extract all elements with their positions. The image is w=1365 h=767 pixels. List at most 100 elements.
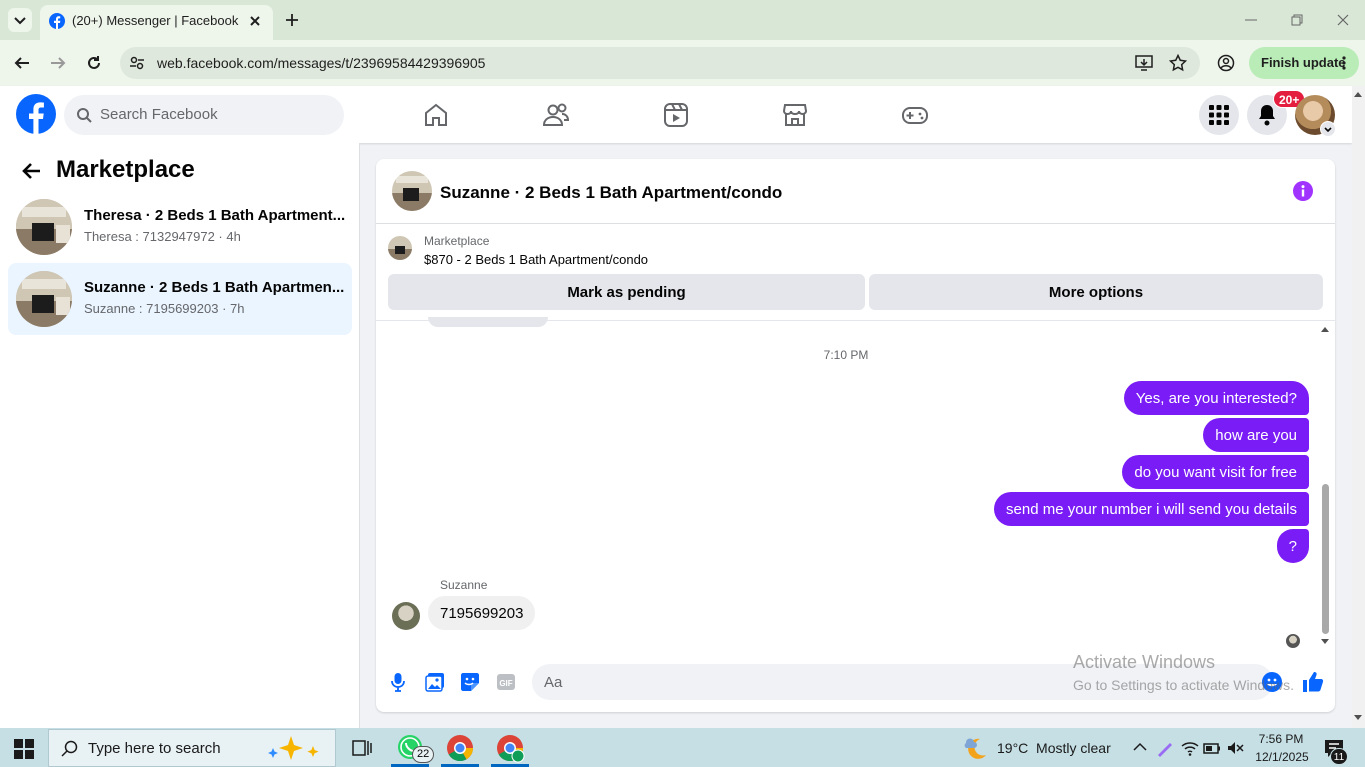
search-icon — [77, 108, 92, 123]
chrome-icon[interactable] — [444, 732, 476, 764]
volume-muted-icon[interactable] — [1226, 740, 1244, 756]
marketplace-icon[interactable] — [782, 102, 808, 128]
weather-text[interactable]: 19°C Mostly clear — [997, 740, 1111, 756]
chevron-down-icon — [14, 17, 26, 25]
url-text: web.facebook.com/messages/t/239695844293… — [157, 55, 486, 71]
pen-icon[interactable] — [1155, 738, 1175, 758]
wifi-icon[interactable] — [1181, 740, 1199, 756]
back-arrow-icon[interactable] — [13, 54, 31, 72]
new-tab-icon[interactable] — [284, 12, 300, 28]
bell-icon — [1259, 105, 1275, 126]
friends-icon[interactable] — [542, 102, 570, 128]
composer-placeholder: Aa — [544, 674, 563, 691]
activate-windows-subtitle: Go to Settings to activate Windows. — [1073, 677, 1294, 693]
conversation-subtitle: Suzanne : 7195699203 · 7h — [84, 301, 245, 316]
listing-price[interactable]: $870 - 2 Beds 1 Bath Apartment/condo — [424, 252, 648, 267]
outgoing-message[interactable]: ? — [1276, 529, 1309, 563]
chevron-up-icon[interactable] — [1133, 742, 1147, 752]
gif-icon[interactable]: GIF — [496, 673, 516, 691]
chevron-down-icon — [1324, 127, 1332, 133]
home-icon[interactable] — [423, 102, 449, 128]
whatsapp-badge: 22 — [412, 746, 435, 763]
facebook-favicon-icon — [49, 13, 65, 29]
previous-message-bubble — [428, 317, 548, 327]
listing-thumbnail — [16, 271, 72, 327]
taskbar-search-placeholder: Type here to search — [88, 740, 221, 757]
listing-source: Marketplace — [424, 234, 490, 248]
listing-mini-thumbnail — [388, 236, 412, 260]
chat-panel: Suzanne · 2 Beds 1 Bath Apartment/condo … — [376, 159, 1335, 712]
page-scrollbar[interactable] — [1352, 86, 1365, 728]
header-divider — [376, 223, 1335, 224]
task-view-icon[interactable] — [345, 732, 377, 764]
account-menu-button[interactable] — [1320, 121, 1336, 137]
scroll-down-icon[interactable] — [1353, 714, 1363, 722]
chat-title[interactable]: Suzanne · 2 Beds 1 Bath Apartment/condo — [440, 183, 782, 203]
tab-search-button[interactable] — [8, 8, 32, 32]
tab-title: (20+) Messenger | Facebook — [72, 13, 239, 28]
menu-button[interactable] — [1199, 95, 1239, 135]
chat-scroll-up-icon[interactable] — [1320, 325, 1330, 333]
microphone-icon[interactable] — [390, 672, 406, 692]
install-app-icon[interactable] — [1135, 54, 1153, 72]
search-icon — [61, 740, 78, 757]
reload-icon[interactable] — [85, 54, 103, 72]
outgoing-message[interactable]: Yes, are you interested? — [1123, 381, 1309, 415]
battery-icon[interactable] — [1203, 740, 1221, 756]
more-options-button[interactable]: More options — [869, 274, 1323, 310]
seen-receipt-avatar — [1286, 634, 1300, 648]
thumbs-up-icon[interactable] — [1302, 671, 1324, 693]
close-window-icon[interactable] — [1335, 12, 1351, 28]
sticker-icon[interactable] — [460, 672, 480, 692]
facebook-search-input[interactable]: Search Facebook — [64, 95, 344, 135]
notification-count-badge: 11 — [1330, 748, 1348, 765]
gaming-icon[interactable] — [901, 102, 929, 128]
incoming-message[interactable]: 7195699203 — [428, 596, 536, 630]
windows-start-icon[interactable] — [14, 739, 34, 759]
svg-text:GIF: GIF — [499, 679, 512, 688]
facebook-logo-icon[interactable] — [16, 94, 56, 134]
forward-arrow-icon[interactable] — [49, 54, 67, 72]
message-timestamp: 7:10 PM — [823, 348, 869, 362]
bookmark-star-icon[interactable] — [1169, 54, 1187, 72]
address-bar[interactable]: web.facebook.com/messages/t/239695844293… — [120, 47, 1200, 79]
taskbar-search-box[interactable]: Type here to search — [48, 729, 336, 767]
clock-date[interactable]: 12/1/2025 — [1253, 750, 1311, 764]
chat-scrollbar-thumb[interactable] — [1322, 484, 1329, 634]
close-tab-icon[interactable] — [248, 14, 262, 28]
search-placeholder: Search Facebook — [100, 106, 218, 123]
site-info-icon[interactable] — [129, 55, 145, 71]
weather-moon-icon[interactable] — [963, 736, 989, 760]
grid-menu-icon — [1209, 105, 1229, 125]
listing-thumbnail — [16, 199, 72, 255]
conversation-item-theresa[interactable]: Theresa · 2 Beds 1 Bath Apartment... The… — [8, 191, 352, 263]
info-icon[interactable] — [1293, 181, 1313, 201]
conversation-subtitle: Theresa : 7132947972 · 4h — [84, 229, 241, 244]
sender-avatar[interactable] — [392, 602, 420, 630]
clock-time[interactable]: 7:56 PM — [1258, 732, 1304, 746]
finish-update-label: Finish update — [1261, 55, 1346, 70]
more-vertical-icon — [1342, 56, 1346, 70]
minimize-icon[interactable] — [1243, 12, 1259, 28]
scroll-up-icon[interactable] — [1353, 90, 1363, 98]
photo-icon[interactable] — [425, 672, 445, 692]
activate-windows-title: Activate Windows — [1073, 652, 1216, 672]
restore-icon[interactable] — [1289, 12, 1305, 28]
profile-icon[interactable] — [1217, 54, 1235, 72]
chrome-profile-icon[interactable] — [494, 732, 526, 764]
conversation-item-suzanne[interactable]: Suzanne · 2 Beds 1 Bath Apartmen... Suza… — [8, 263, 352, 335]
chat-scroll-down-icon[interactable] — [1320, 638, 1330, 646]
video-icon[interactable] — [663, 102, 689, 128]
chat-header-thumbnail[interactable] — [392, 171, 432, 211]
conversation-title: Suzanne · 2 Beds 1 Bath Apartmen... — [84, 279, 345, 296]
outgoing-message[interactable]: send me your number i will send you deta… — [994, 492, 1309, 526]
incoming-sender-name: Suzanne — [440, 578, 488, 592]
back-arrow-icon[interactable] — [22, 161, 42, 181]
conversation-title: Theresa · 2 Beds 1 Bath Apartment... — [84, 207, 346, 224]
mark-as-pending-button[interactable]: Mark as pending — [388, 274, 865, 310]
sparkle-icon — [268, 736, 319, 760]
outgoing-message[interactable]: do you want visit for free — [1122, 455, 1309, 489]
finish-update-button[interactable]: Finish update — [1249, 47, 1359, 79]
outgoing-message[interactable]: how are you — [1203, 418, 1309, 452]
browser-tab[interactable]: (20+) Messenger | Facebook — [40, 5, 273, 40]
